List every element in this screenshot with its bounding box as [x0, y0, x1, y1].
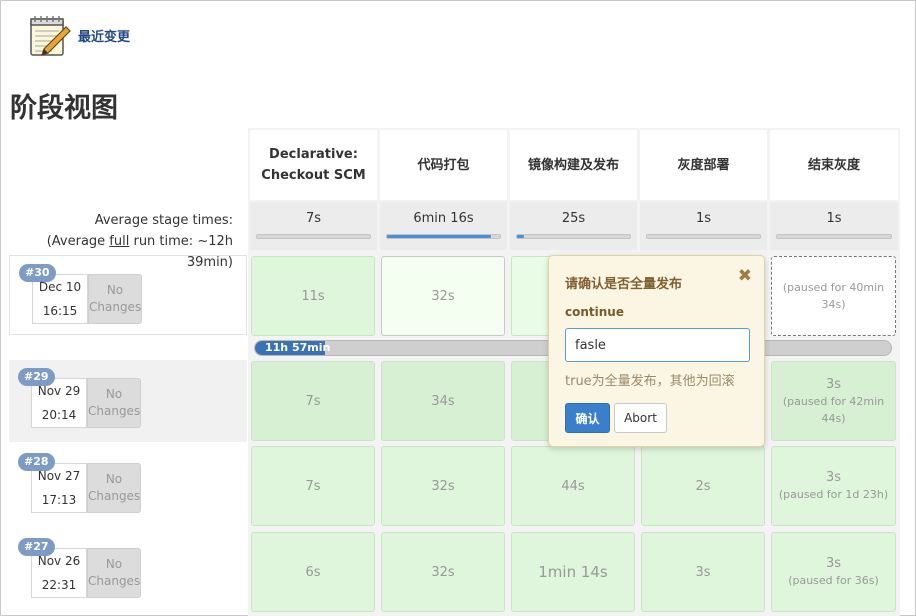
average-line-1: Average stage times: [94, 213, 233, 228]
stage-cell-paused[interactable]: (paused for 40min 34s) [771, 256, 896, 336]
parameter-help: true为全量发布，其他为回滚 [565, 374, 735, 389]
stage-cell[interactable]: 44s [511, 446, 635, 526]
stage-cell[interactable]: 3s (paused for 36s) [771, 532, 896, 612]
avg-time-cell: 1s [640, 202, 767, 250]
run-badge[interactable]: #29 [18, 368, 55, 386]
stage-cell[interactable]: 3s [641, 532, 765, 612]
stage-cell[interactable]: 7s [251, 361, 375, 441]
recent-changes-label[interactable]: 最近变更 [78, 26, 130, 45]
close-icon[interactable]: ✖ [738, 266, 752, 286]
stage-cell[interactable]: 32s [381, 446, 505, 526]
stage-header-image-build: 镜像构建及发布 [510, 130, 637, 200]
run-row-30: Dec 10 16:15 No Changes #30 [9, 255, 247, 335]
run-changes: No Changes [87, 378, 141, 428]
avg-bar [386, 234, 501, 239]
run-row-29: Nov 29 20:14 No Changes #29 [9, 360, 247, 442]
run-badge[interactable]: #27 [18, 538, 55, 556]
run-progress-label: 11h 57min [265, 341, 331, 354]
stage-cell[interactable]: 3s (paused for 1d 23h) [771, 446, 896, 526]
avg-bar [646, 234, 761, 239]
stage-cell[interactable]: 11s [251, 256, 375, 336]
avg-time-cell: 6min 16s [380, 202, 507, 250]
parameter-name: continue [565, 305, 624, 319]
notepad-pencil-icon [30, 16, 71, 56]
stage-header-end-canary: 结束灰度 [770, 130, 898, 200]
avg-time-cell: 1s [770, 202, 898, 250]
avg-time-cell: 7s [250, 202, 377, 250]
stage-cell[interactable]: 2s [641, 446, 765, 526]
run-badge[interactable]: #30 [19, 264, 56, 282]
recent-changes-link[interactable]: 最近变更 [26, 12, 130, 58]
abort-button[interactable]: Abort [614, 403, 667, 433]
continue-input[interactable] [565, 328, 750, 362]
run-row-27: Nov 26 22:31 No Changes #27 [9, 530, 247, 612]
input-requested-popover: 请确认是否全量发布 ✖ continue true为全量发布，其他为回滚 确认 … [548, 255, 765, 447]
run-changes: No Changes [88, 274, 142, 324]
stage-header-canary-deploy: 灰度部署 [640, 130, 767, 200]
run-row-28: Nov 27 17:13 No Changes #28 [9, 445, 247, 527]
stage-cell[interactable]: 34s [381, 361, 505, 441]
popover-title: 请确认是否全量发布 [565, 277, 683, 292]
avg-bar [776, 234, 892, 239]
avg-time-cell: 25s [510, 202, 637, 250]
stage-cell[interactable]: 1min 14s [511, 532, 635, 612]
run-badge[interactable]: #28 [18, 453, 55, 471]
stage-header-package: 代码打包 [380, 130, 507, 200]
confirm-button[interactable]: 确认 [565, 403, 610, 433]
stage-cell[interactable]: 7s [251, 446, 375, 526]
stage-cell[interactable]: 3s (paused for 42min 44s) [771, 361, 896, 441]
stage-cell[interactable]: 32s [381, 256, 505, 336]
avg-bar [516, 234, 631, 239]
stage-header-checkout-scm: Declarative: Checkout SCM [250, 130, 377, 200]
run-changes: No Changes [87, 548, 141, 598]
stage-header-line: Declarative: [269, 147, 358, 162]
average-line-2: (Average full run time: ~12h [46, 234, 233, 249]
stage-header-line: Checkout SCM [261, 168, 366, 183]
page-title: 阶段视图 [10, 93, 118, 124]
stage-cell[interactable]: 6s [251, 532, 375, 612]
avg-bar [256, 234, 371, 239]
full-run-link[interactable]: full [109, 234, 129, 249]
run-changes: No Changes [87, 463, 141, 513]
stage-cell[interactable]: 32s [381, 532, 505, 612]
